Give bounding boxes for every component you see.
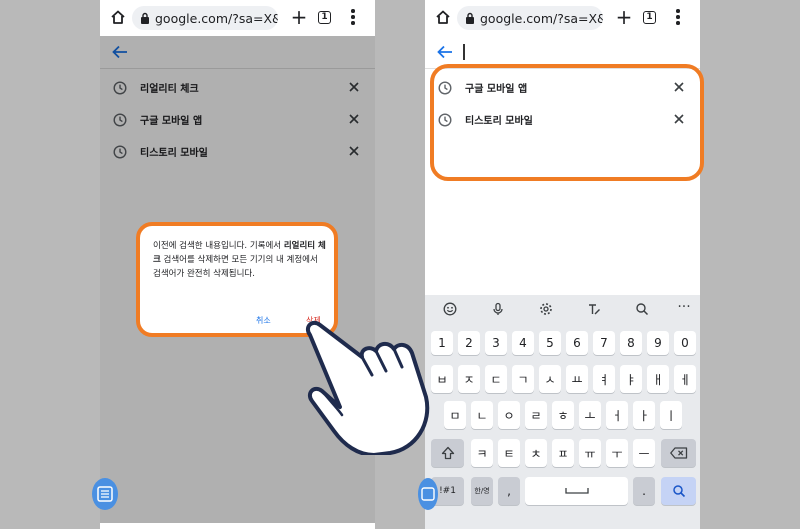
more-options-icon[interactable]: ···: [677, 300, 691, 316]
key-5[interactable]: 5: [539, 331, 561, 355]
key-3[interactable]: 3: [485, 331, 507, 355]
backspace-key[interactable]: [661, 439, 696, 467]
address-bar[interactable]: google.com/?sa=X&ve: [457, 6, 603, 30]
key-0[interactable]: 0: [674, 331, 696, 355]
pointing-hand-icon: [305, 320, 430, 455]
cancel-button[interactable]: 취소: [256, 315, 271, 326]
space-key[interactable]: [525, 477, 628, 505]
key-consonant[interactable]: ㅇ: [498, 401, 520, 429]
key-consonant[interactable]: ㄴ: [471, 401, 493, 429]
key-vowel[interactable]: ㅓ: [606, 401, 628, 429]
highlight-frame: [430, 64, 704, 181]
comma-key[interactable]: ,: [498, 477, 520, 505]
home-icon[interactable]: [110, 9, 126, 25]
browser-toolbar: google.com/?sa=X&ve + 1: [425, 0, 700, 36]
key-9[interactable]: 9: [647, 331, 669, 355]
search-icon[interactable]: [635, 302, 649, 316]
search-enter-key[interactable]: [661, 477, 696, 505]
search-icon: [672, 485, 685, 498]
search-input-cursor[interactable]: [463, 44, 465, 60]
key-vowel[interactable]: ㅠ: [579, 439, 601, 467]
keyboard-toolbar: ···: [425, 295, 700, 323]
language-switch-key[interactable]: 한/영: [471, 477, 493, 505]
settings-gear-icon[interactable]: [539, 302, 553, 316]
back-arrow-icon[interactable]: [437, 45, 453, 59]
lock-icon: [466, 12, 474, 24]
key-consonant[interactable]: ㅊ: [525, 439, 547, 467]
key-vowel[interactable]: ㅗ: [579, 401, 601, 429]
key-1[interactable]: 1: [431, 331, 453, 355]
url-text: google.com/?sa=X&ve: [480, 10, 603, 26]
emoji-icon[interactable]: [443, 302, 457, 316]
space-bar-icon: [564, 488, 589, 494]
microphone-icon[interactable]: [491, 302, 505, 316]
key-consonant[interactable]: ㅂ: [431, 365, 453, 393]
key-2[interactable]: 2: [458, 331, 480, 355]
tab-switcher-button[interactable]: 1: [643, 11, 656, 24]
key-vowel[interactable]: ㅔ: [674, 365, 696, 393]
new-tab-plus-icon[interactable]: +: [615, 7, 633, 27]
key-consonant[interactable]: ㅁ: [444, 401, 466, 429]
key-vowel[interactable]: ㅕ: [593, 365, 615, 393]
key-consonant[interactable]: ㅎ: [552, 401, 574, 429]
new-tab-plus-icon[interactable]: +: [290, 7, 308, 27]
dialog-message: 이전에 검색한 내용입니다. 기록에서 리얼리티 체크 검색어를 삭제하면 모든…: [153, 241, 326, 279]
key-consonant[interactable]: ㄱ: [512, 365, 534, 393]
key-vowel[interactable]: ㅑ: [620, 365, 642, 393]
browser-toolbar: google.com/?sa=X&ve + 1: [100, 0, 375, 36]
korean-keyboard: ··· 1 2 3 4 5 6 7 8 9 0 ㅂ ㅈ ㄷ ㄱ ㅅ ㅛ ㅕ ㅑ …: [425, 295, 700, 529]
more-menu-icon[interactable]: [675, 9, 681, 27]
key-vowel[interactable]: ㅐ: [647, 365, 669, 393]
key-vowel[interactable]: ㅛ: [566, 365, 588, 393]
home-icon[interactable]: [435, 9, 451, 25]
more-menu-icon[interactable]: [350, 9, 356, 27]
handwriting-icon[interactable]: [587, 302, 601, 316]
bottom-bar: [100, 523, 375, 529]
keyboard-toggle-icon[interactable]: [92, 478, 118, 510]
key-4[interactable]: 4: [512, 331, 534, 355]
key-consonant[interactable]: ㄹ: [525, 401, 547, 429]
key-consonant[interactable]: ㅅ: [539, 365, 561, 393]
key-vowel[interactable]: ㅣ: [660, 401, 682, 429]
key-consonant[interactable]: ㅈ: [458, 365, 480, 393]
key-consonant[interactable]: ㅋ: [471, 439, 493, 467]
url-text: google.com/?sa=X&ve: [155, 10, 278, 26]
key-consonant[interactable]: ㄷ: [485, 365, 507, 393]
lock-icon: [141, 12, 149, 24]
keyboard-toggle-icon[interactable]: [418, 478, 438, 510]
key-vowel[interactable]: ㅡ: [633, 439, 655, 467]
tab-switcher-button[interactable]: 1: [318, 11, 331, 24]
key-consonant[interactable]: ㅍ: [552, 439, 574, 467]
key-consonant[interactable]: ㅌ: [498, 439, 520, 467]
backspace-icon: [669, 447, 687, 459]
shift-arrow-icon: [441, 446, 454, 460]
address-bar[interactable]: google.com/?sa=X&ve: [132, 6, 278, 30]
key-vowel[interactable]: ㅏ: [633, 401, 655, 429]
period-key[interactable]: .: [633, 477, 655, 505]
key-8[interactable]: 8: [620, 331, 642, 355]
key-6[interactable]: 6: [566, 331, 588, 355]
key-7[interactable]: 7: [593, 331, 615, 355]
shift-key[interactable]: [431, 439, 464, 467]
key-vowel[interactable]: ㅜ: [606, 439, 628, 467]
